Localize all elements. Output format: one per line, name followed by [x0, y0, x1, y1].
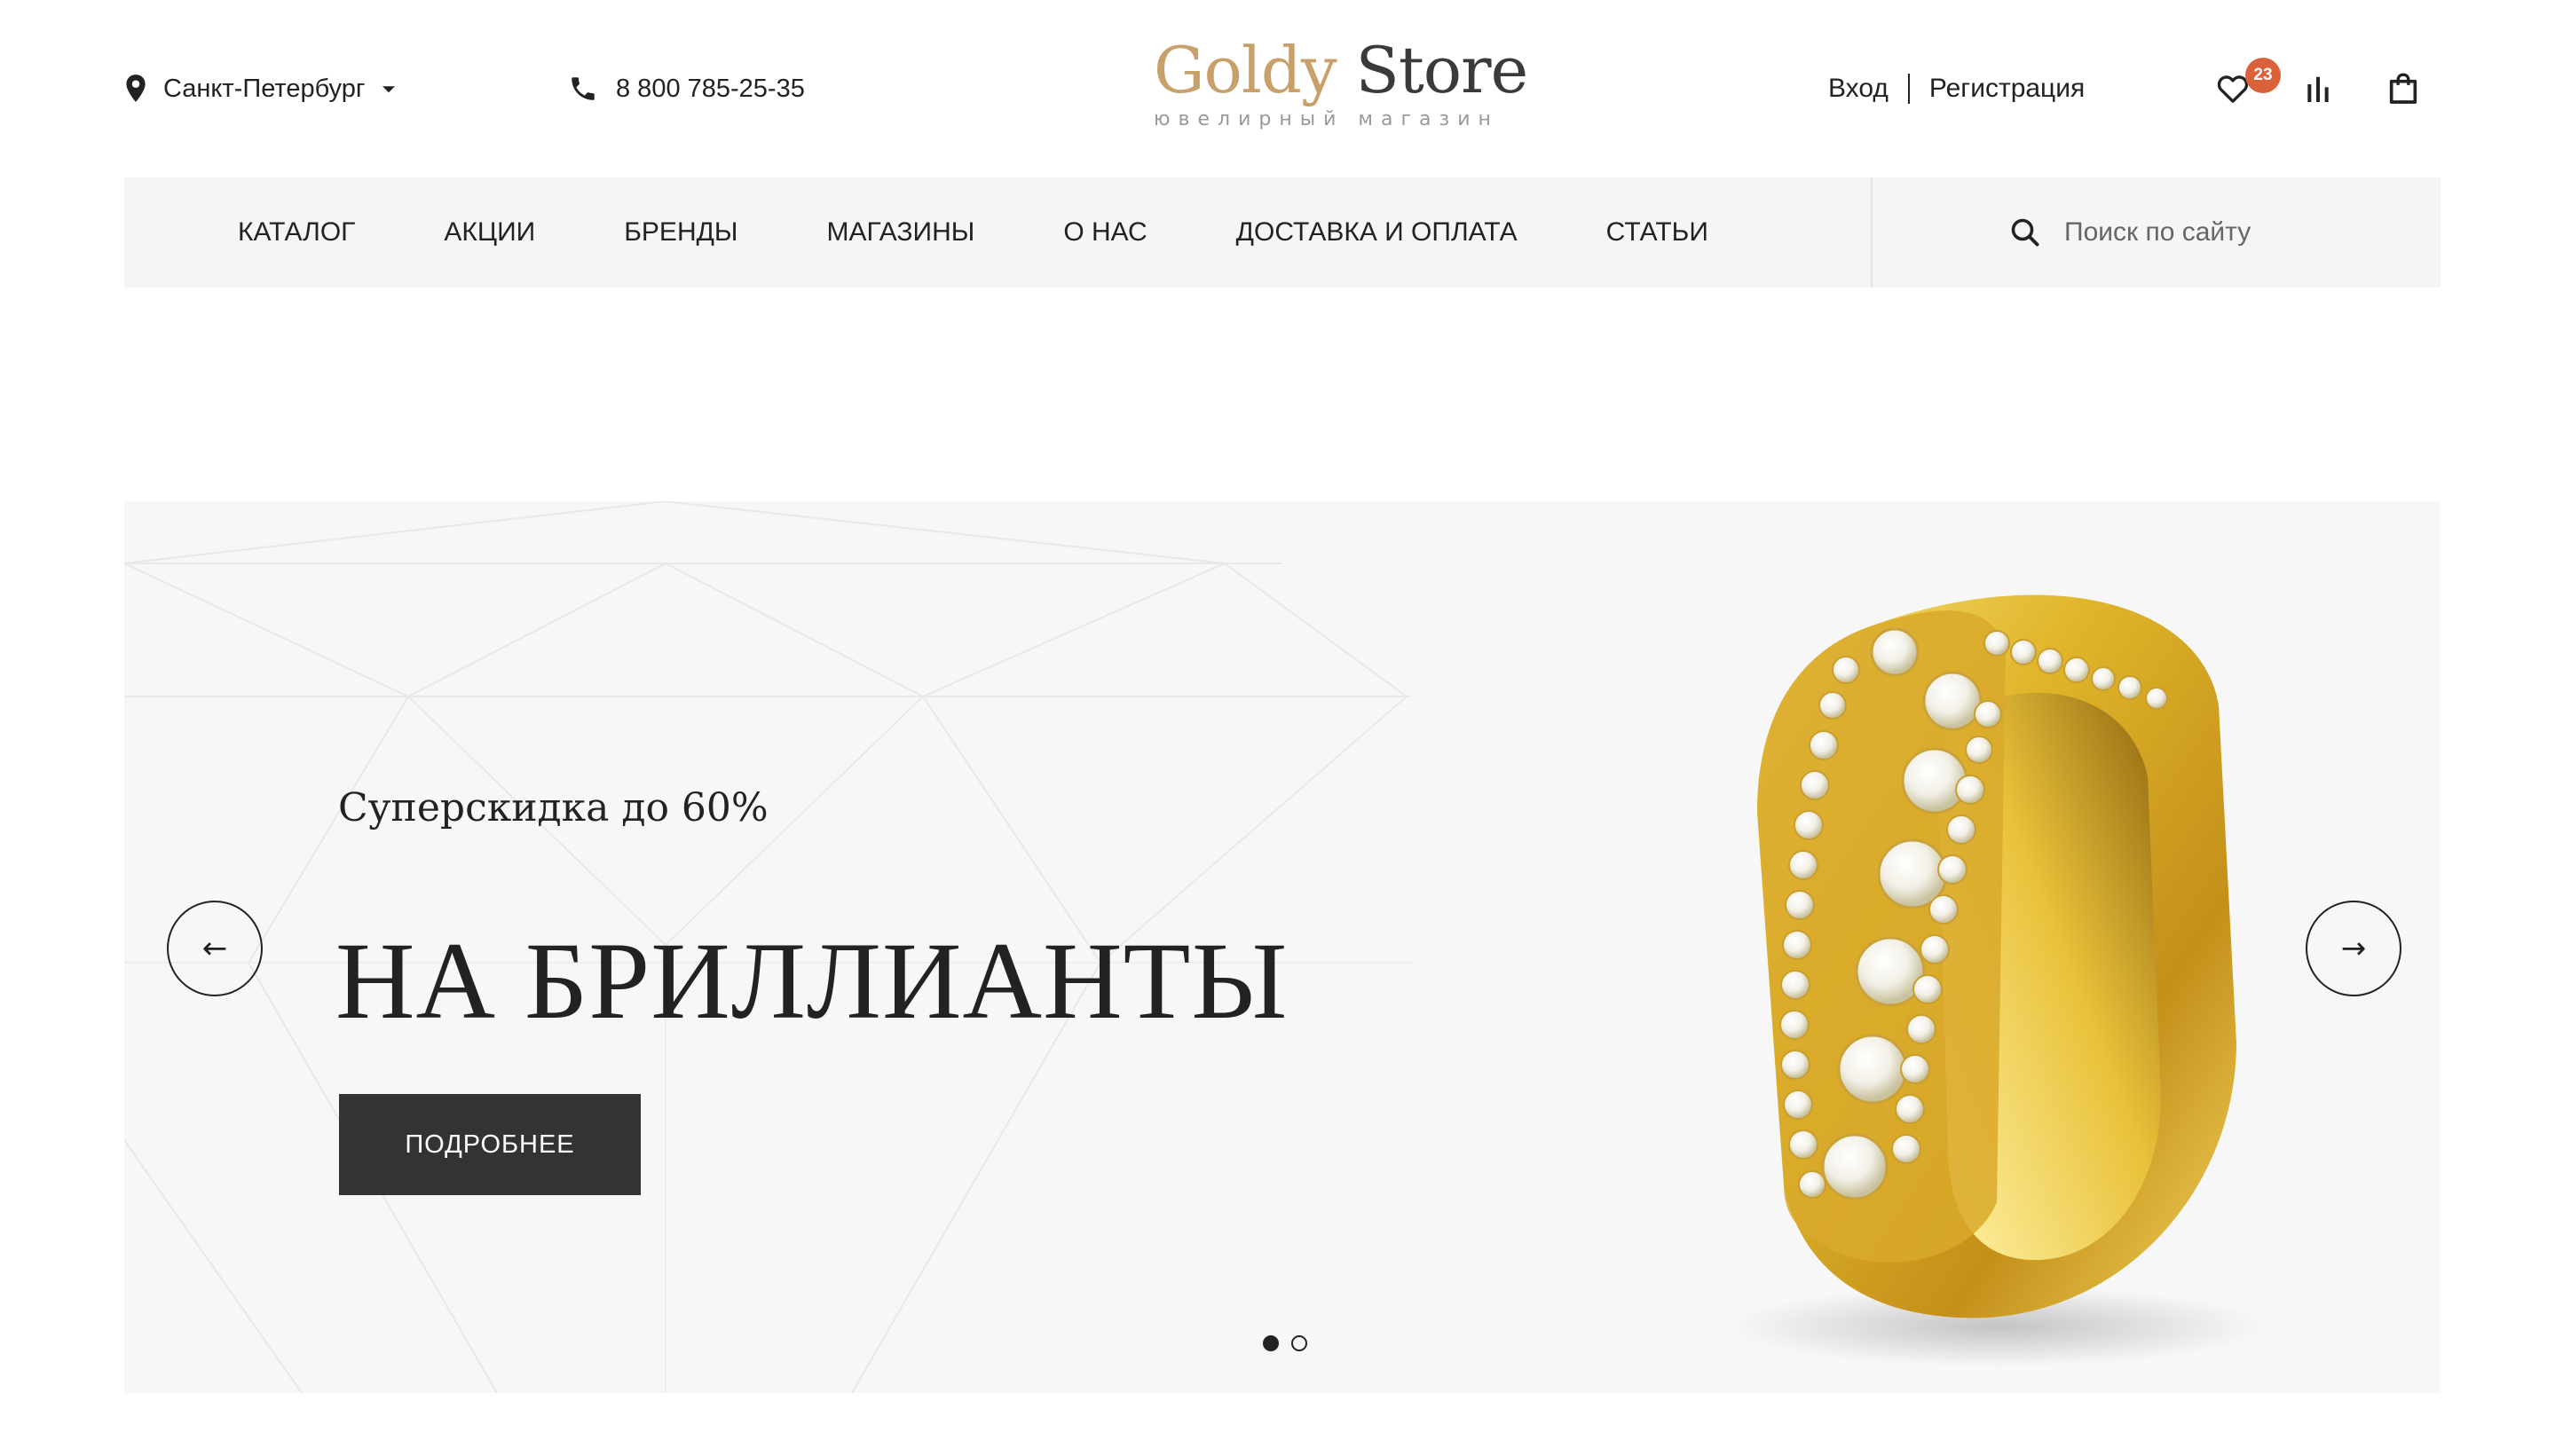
nav-item-brands[interactable]: БРЕНДЫ	[624, 217, 737, 248]
store-logo[interactable]: Goldy Store ювелирный магазин	[1154, 33, 1528, 130]
city-selector[interactable]: Санкт-Петербург	[124, 69, 396, 108]
top-header: Санкт-Петербург 8 800 785-25-35 Goldy St…	[0, 0, 2555, 177]
phone-icon	[572, 77, 595, 100]
search-icon[interactable]	[2009, 216, 2041, 248]
nav-item-delivery[interactable]: ДОСТАВКА И ОПЛАТА	[1236, 217, 1518, 248]
main-navigation: КАТАЛОГ АКЦИИ БРЕНДЫ МАГАЗИНЫ О НАС ДОСТ…	[124, 177, 2441, 287]
city-name: Санкт-Петербург	[163, 74, 366, 103]
hero-slider: Суперскидка до 60% НА БРИЛЛИАНТЫ ПОДРОБН…	[124, 501, 2441, 1393]
gold-diamond-ring-image	[1731, 594, 2263, 1366]
compare-bars-icon	[2307, 76, 2329, 102]
details-button[interactable]: ПОДРОБНЕЕ	[339, 1094, 641, 1195]
chevron-down-icon	[382, 86, 396, 93]
arrow-left-icon: ←	[201, 931, 228, 966]
logo-tagline: ювелирный магазин	[1154, 108, 1499, 130]
compare-button[interactable]	[2293, 64, 2343, 114]
nav-item-promotions[interactable]: АКЦИИ	[444, 217, 535, 248]
shopping-bag-icon	[2389, 73, 2417, 104]
search-input[interactable]	[2064, 217, 2419, 248]
nav-divider	[1871, 177, 1873, 287]
slider-prev-button[interactable]: ←	[167, 901, 263, 996]
auth-links: Вход Регистрация	[1828, 69, 2085, 108]
phone-link[interactable]: 8 800 785-25-35	[568, 69, 805, 108]
slider-dot-1[interactable]	[1263, 1335, 1279, 1351]
site-search	[2009, 177, 2419, 287]
slider-next-button[interactable]: →	[2306, 901, 2401, 996]
slider-pagination	[1263, 1335, 1320, 1351]
location-pin-icon	[126, 75, 146, 102]
nav-item-catalog[interactable]: КАТАЛОГ	[238, 217, 355, 248]
arrow-right-icon: →	[2340, 931, 2367, 966]
register-link[interactable]: Регистрация	[1929, 74, 2085, 104]
cart-button[interactable]	[2378, 64, 2428, 114]
nav-item-stores[interactable]: МАГАЗИНЫ	[826, 217, 974, 248]
logo-wordmark: Goldy Store	[1154, 33, 1528, 107]
hero-subtitle: Суперскидка до 60%	[338, 785, 769, 830]
logo-store: Store	[1355, 33, 1529, 107]
login-link[interactable]: Вход	[1828, 74, 1889, 104]
auth-divider	[1907, 74, 1910, 104]
favorites-count-badge: 23	[2245, 58, 2281, 93]
phone-number: 8 800 785-25-35	[616, 74, 805, 103]
nav-item-about[interactable]: О НАС	[1063, 217, 1147, 248]
logo-goldy: Goldy	[1154, 33, 1337, 107]
nav-item-articles[interactable]: СТАТЬИ	[1606, 217, 1708, 248]
nav-menu: КАТАЛОГ АКЦИИ БРЕНДЫ МАГАЗИНЫ О НАС ДОСТ…	[238, 177, 1797, 287]
slider-dot-2[interactable]	[1291, 1335, 1307, 1351]
hero-title: НА БРИЛЛИАНТЫ	[335, 920, 1289, 1042]
